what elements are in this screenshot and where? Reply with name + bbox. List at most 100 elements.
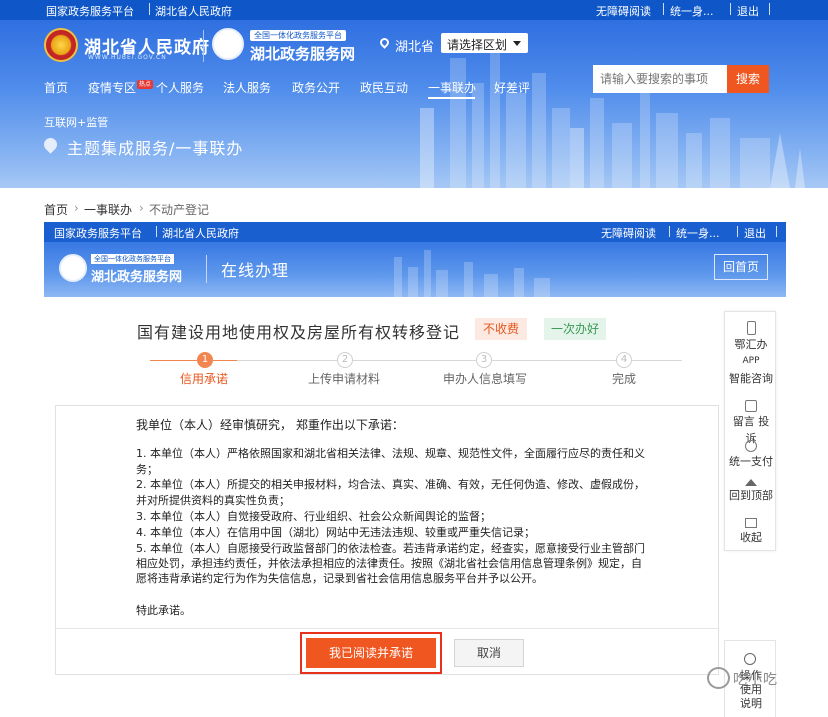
portal-name[interactable]: 湖北政务服务网	[91, 266, 182, 285]
link-unified-login[interactable]: 统一身...	[676, 225, 720, 241]
step-3-dot: 3	[476, 352, 492, 368]
inner-header: 全国一体化政务服务平台 湖北政务服务网 在线办理 回首页	[44, 242, 786, 297]
nav-evaluation[interactable]: 好差评	[494, 79, 530, 96]
divider	[669, 226, 670, 237]
nav-one-stop[interactable]: 一事联办	[428, 79, 476, 96]
sidebar-item-payment[interactable]: 统一支付	[725, 440, 777, 469]
nav-epidemic[interactable]: 疫情专区	[88, 79, 136, 96]
nav-public-interaction[interactable]: 政民互动	[360, 79, 408, 96]
message-icon	[745, 400, 757, 412]
promise-line: 务；	[136, 463, 158, 476]
section-title: 主题集成服务/一事联办	[67, 139, 244, 158]
step-2-dot: 2	[337, 352, 353, 368]
inner-top-bar: 国家政务服务平台 湖北省人民政府 无障碍阅读 统一身... 退出	[44, 222, 786, 242]
link-hubei-gov[interactable]: 湖北省人民政府	[155, 3, 232, 19]
national-emblem-icon	[44, 28, 78, 62]
sidebar-item-ehuiban[interactable]: 鄂汇办	[725, 321, 777, 352]
step-1-label: 信用承诺	[180, 372, 229, 386]
sidebar-item-label: 回到顶部	[729, 489, 773, 502]
portal-name[interactable]: 湖北政务服务网	[250, 43, 355, 64]
sidebar-item-label: 鄂汇办	[734, 338, 768, 351]
link-accessible-reading[interactable]: 无障碍阅读	[601, 225, 656, 241]
sidebar-item-back-to-top[interactable]: 回到顶部	[725, 479, 777, 503]
promise-line: 3. 本单位（本人）自觉接受政府、行业组织、社会公众新闻舆论的监督；	[136, 510, 491, 523]
promise-line: 相应处罚，承担违约责任，并依法承担相应的法律责任。按照《湖北省社会信用信息管理条…	[136, 557, 642, 570]
step-line	[632, 360, 682, 361]
service-title: 国有建设用地使用权及房屋所有权转移登记	[137, 323, 461, 342]
step-4-label: 完成	[612, 372, 637, 386]
search-input[interactable]	[593, 65, 727, 93]
promise-line: 4. 本单位（本人）在信用中国（湖北）网站中无违法违规、较重或严重失信记录；	[136, 526, 535, 539]
link-national-platform[interactable]: 国家政务服务平台	[46, 3, 134, 19]
tag-one-time: 一次办好	[544, 318, 606, 340]
divider	[156, 226, 157, 237]
watermark: 吃小吃	[733, 672, 778, 688]
divider	[730, 3, 731, 15]
link-logout[interactable]: 退出	[737, 3, 759, 19]
promise-line: 5. 本单位（本人）自愿接受行政监督部门的依法检查。若违背承诺约定，经查实，愿意…	[136, 542, 645, 555]
arrow-up-icon	[745, 479, 757, 486]
step-2-label: 上传申请材料	[308, 372, 381, 386]
portal-tagline: 全国一体化政务服务平台	[250, 30, 346, 41]
search-button[interactable]: 搜索	[727, 65, 769, 93]
nav-corporate-services[interactable]: 法人服务	[223, 79, 271, 96]
step-line	[213, 360, 237, 361]
sidebar-item-collapse[interactable]: 收起	[725, 518, 777, 545]
divider	[737, 226, 738, 237]
nav-gov-affairs[interactable]: 政务公开	[292, 79, 340, 96]
agree-button[interactable]: 我已阅读并承诺	[306, 638, 436, 668]
caret-down-icon	[513, 41, 521, 46]
breadcrumb-separator-icon: ›	[74, 201, 79, 215]
step-1-dot: 1	[197, 352, 213, 368]
site-header: 湖北省人民政府 WWW.HUBEI.GOV.CN 全国一体化政务服务平台 湖北政…	[0, 20, 828, 188]
tag-free: 不收费	[475, 318, 527, 340]
breadcrumb-home[interactable]: 首页	[44, 201, 68, 218]
divider	[149, 3, 150, 15]
sidebar-item-label: 统一支付	[729, 455, 773, 468]
promise-heading: 我单位（本人）经审慎研究， 郑重作出以下承诺：	[136, 418, 404, 432]
promise-line: 2. 本单位（本人）所提交的相关申报材料，均合法、真实、准确、有效，无任何伪造、…	[136, 478, 645, 491]
portal-logo-icon	[212, 28, 244, 60]
breadcrumb-current: 不动产登记	[149, 203, 210, 217]
divider	[776, 226, 777, 237]
home-button[interactable]: 回首页	[714, 254, 768, 280]
region-select-value: 请选择区划	[447, 38, 508, 52]
link-national-platform[interactable]: 国家政务服务平台	[54, 225, 142, 241]
current-location: 湖北省	[395, 40, 435, 55]
sidebar-item-label: 留言 投	[732, 415, 770, 428]
promise-closing: 特此承诺。	[136, 604, 191, 617]
nav-internet-regulation[interactable]: 互联网+监管	[44, 114, 108, 130]
divider	[56, 628, 718, 629]
nav-personal-services[interactable]: 个人服务	[156, 79, 204, 96]
breadcrumb-one-stop[interactable]: 一事联办	[84, 201, 132, 218]
sidebar-item-smart-consult[interactable]: 智能咨询	[725, 370, 777, 386]
step-line	[353, 360, 476, 361]
portal-logo-icon	[59, 254, 87, 282]
promise-line: 1. 本单位（本人）严格依照国家和湖北省相关法律、法规、规章、规范性文件，全面履…	[136, 447, 645, 460]
region-select[interactable]: 请选择区划	[441, 33, 528, 53]
payment-icon	[745, 440, 757, 452]
side-toolbar: 鄂汇办 APP 智能咨询 留言 投 诉 统一支付 回到顶部 收起	[724, 311, 776, 551]
sidebar-item-app[interactable]: APP	[725, 356, 777, 366]
help-icon	[744, 653, 756, 665]
step-4-dot: 4	[616, 352, 632, 368]
link-logout[interactable]: 退出	[744, 225, 766, 241]
divider	[663, 3, 664, 15]
nav-home[interactable]: 首页	[44, 79, 68, 96]
step-3-label: 申办人信息填写	[443, 372, 528, 386]
top-bar: 国家政务服务平台 湖北省人民政府 无障碍阅读 统一身... 退出	[0, 0, 828, 20]
phone-icon	[746, 321, 756, 335]
divider	[203, 30, 204, 62]
step-line	[492, 360, 616, 361]
watermark-logo-icon	[707, 667, 730, 689]
sidebar-item-message[interactable]: 留言 投	[725, 400, 777, 429]
link-hubei-gov[interactable]: 湖北省人民政府	[162, 225, 239, 241]
page-title: 在线办理	[221, 261, 290, 280]
link-unified-login[interactable]: 统一身...	[670, 3, 714, 19]
breadcrumb-separator-icon: ›	[139, 201, 144, 215]
hot-badge: 热点	[137, 80, 153, 89]
cancel-button[interactable]: 取消	[454, 639, 524, 667]
step-line	[150, 360, 197, 361]
link-accessible-reading[interactable]: 无障碍阅读	[596, 3, 651, 19]
collapse-icon	[745, 518, 757, 528]
